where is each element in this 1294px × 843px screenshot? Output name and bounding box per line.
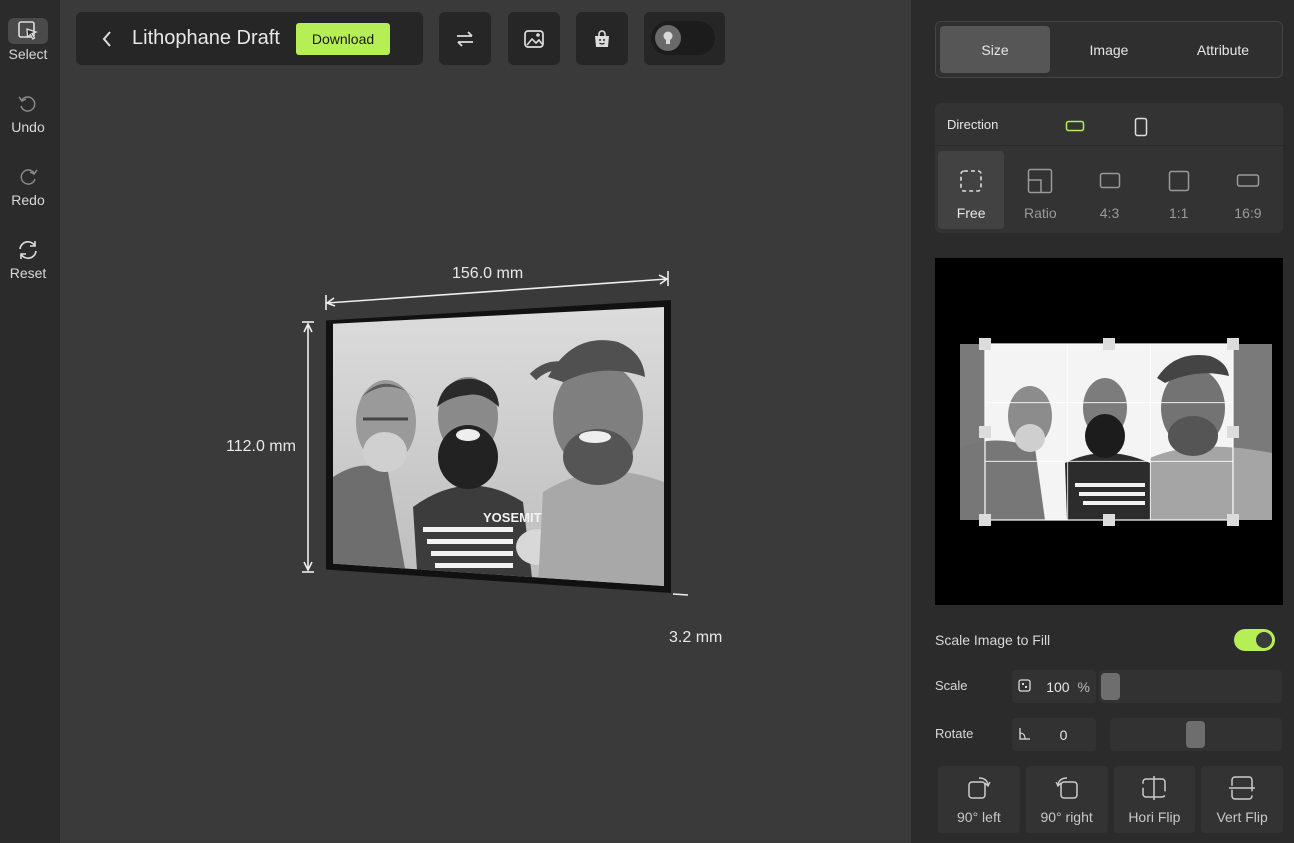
ratio-ratio-label: Ratio <box>1023 205 1057 221</box>
ratio-4-3-icon <box>1099 163 1121 199</box>
portrait-icon <box>1134 117 1148 137</box>
vertical-flip-icon <box>1228 773 1256 803</box>
transform-actions: 90° left 90° right Hori Flip Vert Flip <box>938 766 1283 833</box>
ratio-free[interactable]: Free <box>938 151 1005 229</box>
ratio-options: Free Ratio 4:3 1:1 16:9 <box>938 151 1281 229</box>
left-toolbar: Select Undo Redo Reset <box>0 0 60 843</box>
landscape-icon <box>1065 120 1085 132</box>
vertical-flip-label: Vert Flip <box>1216 809 1268 825</box>
scale-unit: % <box>1077 678 1090 695</box>
ratio-16-9-icon <box>1236 163 1260 199</box>
undo-tool-label: Undo <box>11 119 45 135</box>
ratio-16-9-label: 16:9 <box>1234 205 1262 221</box>
ratio-crop-icon <box>1027 163 1053 199</box>
settings-panel: Size Image Attribute Direction Free Rati… <box>911 0 1294 843</box>
horizontal-flip-icon <box>1140 773 1168 803</box>
ratio-ratio[interactable]: Ratio <box>1007 151 1073 229</box>
redo-tool-label: Redo <box>11 192 45 208</box>
horizontal-flip-label: Hori Flip <box>1128 809 1181 825</box>
undo-icon <box>8 91 48 117</box>
ratio-1-1-label: 1:1 <box>1168 205 1189 221</box>
direction-label: Direction <box>935 103 1283 146</box>
rotate-value: 0 <box>1059 726 1068 743</box>
lithophane-preview: 156.0 mm 112.0 mm 3.2 mm YOSEMITE <box>60 0 911 843</box>
app: Select Undo Redo Reset Lithophane Draft … <box>0 0 1294 843</box>
ratio-free-label: Free <box>956 205 986 221</box>
rotate-right-button[interactable]: 90° right <box>1025 766 1108 833</box>
ratio-1-1-icon <box>1168 163 1190 199</box>
scale-slider-thumb[interactable] <box>1101 673 1120 700</box>
redo-icon <box>8 164 48 190</box>
rotate-left-label: 90° left <box>957 809 1001 825</box>
ratio-16-9[interactable]: 16:9 <box>1215 151 1281 229</box>
tab-size[interactable]: Size <box>940 26 1050 73</box>
crop-preview[interactable] <box>935 258 1283 605</box>
portrait-orientation-button[interactable] <box>1134 117 1148 137</box>
rotate-slider-thumb[interactable] <box>1186 721 1205 748</box>
ratio-4-3[interactable]: 4:3 <box>1076 151 1142 229</box>
scale-value: 100 <box>1046 678 1070 695</box>
thickness-dimension: 3.2 mm <box>669 629 723 646</box>
rotate-left-icon <box>965 773 993 803</box>
canvas-area: Lithophane Draft Download 156.0 mm 112.0… <box>60 0 911 843</box>
redo-tool[interactable]: Redo <box>0 146 56 208</box>
scale-frame-icon <box>1018 678 1031 695</box>
rotate-right-icon <box>1053 773 1081 803</box>
select-tool-label: Select <box>8 46 48 62</box>
vertical-flip-button[interactable]: Vert Flip <box>1201 766 1283 833</box>
select-tool[interactable]: Select <box>0 0 56 62</box>
horizontal-flip-button[interactable]: Hori Flip <box>1113 766 1196 833</box>
rotate-left-button[interactable]: 90° left <box>938 766 1020 833</box>
ratio-1-1[interactable]: 1:1 <box>1146 151 1212 229</box>
lithophane-plate[interactable]: YOSEMITE <box>326 300 671 593</box>
reset-tool[interactable]: Reset <box>0 219 56 281</box>
shirt-text: YOSEMITE <box>483 510 551 525</box>
direction-card: Direction Free Ratio 4:3 1:1 16:9 <box>935 103 1283 233</box>
scale-fill-toggle[interactable] <box>1234 629 1275 651</box>
reset-icon <box>8 237 48 263</box>
scale-fill-label: Scale Image to Fill <box>935 632 1051 648</box>
scale-label: Scale <box>935 678 968 693</box>
scale-slider[interactable] <box>1099 670 1282 703</box>
undo-tool[interactable]: Undo <box>0 73 56 135</box>
cursor-select-icon <box>8 18 48 44</box>
scale-input[interactable]: 100 % <box>1012 670 1096 703</box>
free-crop-icon <box>959 163 983 199</box>
landscape-orientation-button[interactable] <box>1065 119 1085 133</box>
angle-icon <box>1018 727 1031 743</box>
tab-image[interactable]: Image <box>1054 26 1164 73</box>
panel-tabs: Size Image Attribute <box>935 21 1283 78</box>
rotate-slider[interactable] <box>1110 718 1282 751</box>
width-dimension: 156.0 mm <box>452 265 524 282</box>
rotate-right-label: 90° right <box>1040 809 1093 825</box>
height-dimension: 112.0 mm <box>226 438 296 455</box>
ratio-4-3-label: 4:3 <box>1099 205 1120 221</box>
lithophane-image: YOSEMITE <box>333 307 664 586</box>
rotate-label: Rotate <box>935 726 974 741</box>
tab-attribute[interactable]: Attribute <box>1168 26 1278 73</box>
reset-tool-label: Reset <box>9 265 47 281</box>
rotate-input[interactable]: 0 <box>1012 718 1096 751</box>
